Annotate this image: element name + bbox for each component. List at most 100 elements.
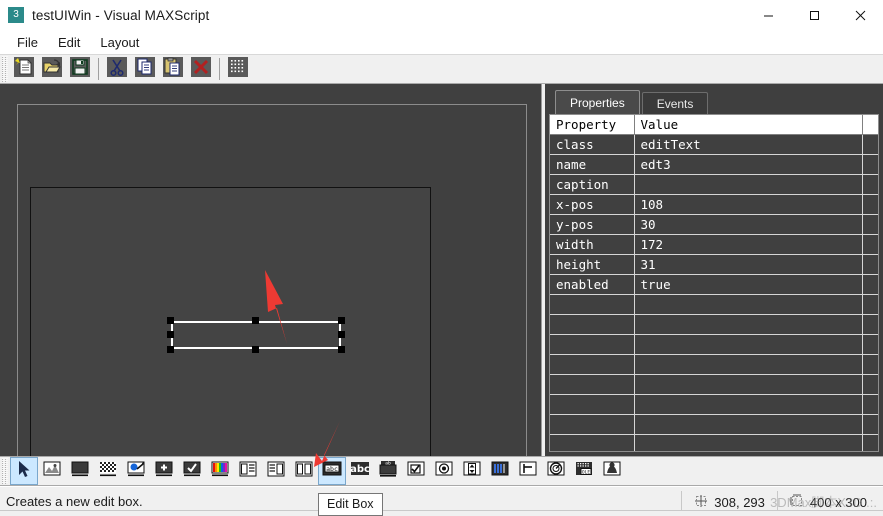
selection-handle-w[interactable] xyxy=(167,331,174,338)
tool-slider-button[interactable] xyxy=(487,458,513,484)
property-value[interactable]: editText xyxy=(634,134,863,155)
property-value[interactable] xyxy=(634,314,863,335)
radio-button-icon xyxy=(434,459,454,484)
table-row[interactable]: caption xyxy=(550,174,878,195)
selection-handle-sw[interactable] xyxy=(167,346,174,353)
table-row[interactable]: width 172 xyxy=(550,234,878,255)
selection-handle-n[interactable] xyxy=(252,317,259,324)
controls-toolbar-grip[interactable] xyxy=(2,458,8,484)
property-value[interactable] xyxy=(634,174,863,195)
table-row[interactable] xyxy=(550,334,878,355)
save-file-button[interactable] xyxy=(67,56,93,82)
paste-button[interactable] xyxy=(160,56,186,82)
selection-handle-s[interactable] xyxy=(252,346,259,353)
tool-angle-button[interactable] xyxy=(515,458,541,484)
property-value[interactable] xyxy=(634,294,863,315)
property-value[interactable] xyxy=(634,334,863,355)
column-header-value[interactable]: Value xyxy=(634,115,863,135)
table-row[interactable] xyxy=(550,394,878,415)
table-row[interactable]: x-pos 108 xyxy=(550,194,878,215)
property-extra xyxy=(862,314,878,335)
main-toolbar xyxy=(0,54,883,84)
column-header-extra[interactable] xyxy=(862,115,878,135)
tool-olecontrol-button[interactable]: OLE xyxy=(571,458,597,484)
table-row[interactable] xyxy=(550,294,878,315)
table-row[interactable] xyxy=(550,354,878,375)
menu-item-layout[interactable]: Layout xyxy=(91,33,148,52)
property-value[interactable] xyxy=(634,394,863,415)
maximize-button[interactable] xyxy=(791,0,837,30)
property-value[interactable]: 172 xyxy=(634,234,863,255)
column-header-property[interactable]: Property xyxy=(550,115,635,135)
table-row[interactable]: height 31 xyxy=(550,254,878,275)
property-value[interactable]: 31 xyxy=(634,254,863,275)
tool-listbox-button[interactable] xyxy=(235,458,261,484)
tool-radiobutton-button[interactable] xyxy=(431,458,457,484)
toolbar-grip[interactable] xyxy=(2,56,8,82)
property-value[interactable] xyxy=(634,374,863,395)
selection-handle-ne[interactable] xyxy=(338,317,345,324)
tool-select-button[interactable] xyxy=(10,457,38,485)
grid-snap-icon xyxy=(227,56,249,83)
tool-checkbox-button[interactable] xyxy=(403,458,429,484)
table-row[interactable]: enabled true xyxy=(550,274,878,295)
property-extra xyxy=(862,174,878,195)
tool-button-button[interactable] xyxy=(151,458,177,484)
property-value[interactable]: 108 xyxy=(634,194,863,215)
property-value[interactable]: true xyxy=(634,274,863,295)
table-row[interactable] xyxy=(550,414,878,435)
tool-editbox-button[interactable]: abc xyxy=(318,457,346,485)
property-extra xyxy=(862,274,878,295)
table-row[interactable]: class editText xyxy=(550,134,878,155)
selection-handle-nw[interactable] xyxy=(167,317,174,324)
open-file-button[interactable] xyxy=(39,56,65,82)
tool-spinner-button[interactable] xyxy=(459,458,485,484)
close-button[interactable] xyxy=(837,0,883,30)
table-row[interactable] xyxy=(550,374,878,395)
property-name xyxy=(550,434,635,451)
property-table-body: class editText name edt3 caption x-pos 108 … xyxy=(550,134,878,451)
tab-events[interactable]: Events xyxy=(641,92,709,114)
copy-button[interactable] xyxy=(132,56,158,82)
tab-properties[interactable]: Properties xyxy=(555,90,640,114)
grid-snap-button[interactable] xyxy=(225,56,251,82)
property-value[interactable] xyxy=(634,354,863,375)
tool-checkbutton-button[interactable] xyxy=(179,458,205,484)
tool-activex-button[interactable] xyxy=(599,458,625,484)
tool-multilist-button[interactable] xyxy=(291,458,317,484)
cut-button[interactable] xyxy=(104,56,130,82)
table-row[interactable] xyxy=(550,314,878,335)
tool-label-button[interactable]: abc xyxy=(347,458,373,484)
minimize-button[interactable] xyxy=(745,0,791,30)
delete-button[interactable] xyxy=(188,56,214,82)
tool-colorpicker-button[interactable] xyxy=(123,458,149,484)
editbox-control-edt3[interactable] xyxy=(171,321,341,349)
property-value[interactable]: edt3 xyxy=(634,154,863,175)
table-row[interactable] xyxy=(550,434,878,451)
design-canvas[interactable] xyxy=(0,84,545,516)
property-value[interactable] xyxy=(634,414,863,435)
save-floppy-icon xyxy=(69,56,91,83)
selection-handle-e[interactable] xyxy=(338,331,345,338)
menu-item-edit[interactable]: Edit xyxy=(49,33,89,52)
selection-handle-se[interactable] xyxy=(338,346,345,353)
tool-dial-button[interactable] xyxy=(543,458,569,484)
spinner-icon xyxy=(462,459,482,484)
tool-combobox-button[interactable] xyxy=(263,458,289,484)
tool-colorswatch-button[interactable] xyxy=(207,458,233,484)
table-row[interactable]: y-pos 30 xyxy=(550,214,878,235)
table-row[interactable]: name edt3 xyxy=(550,154,878,175)
pane-splitter[interactable] xyxy=(541,84,545,456)
status-message: Creates a new edit box. xyxy=(6,494,143,509)
tool-rollout-button[interactable] xyxy=(95,458,121,484)
svg-text:abc: abc xyxy=(350,464,370,475)
property-value[interactable] xyxy=(634,434,863,451)
property-extra xyxy=(862,294,878,315)
tool-groupbox-button[interactable] xyxy=(67,458,93,484)
menu-item-file[interactable]: File xyxy=(8,33,47,52)
tool-dropdownlist-button[interactable]: ab xyxy=(375,458,401,484)
property-grid[interactable]: Property Value class editText name edt3 ca… xyxy=(549,114,879,452)
property-value[interactable]: 30 xyxy=(634,214,863,235)
tool-bitmap-button[interactable] xyxy=(39,458,65,484)
new-file-button[interactable] xyxy=(11,56,37,82)
